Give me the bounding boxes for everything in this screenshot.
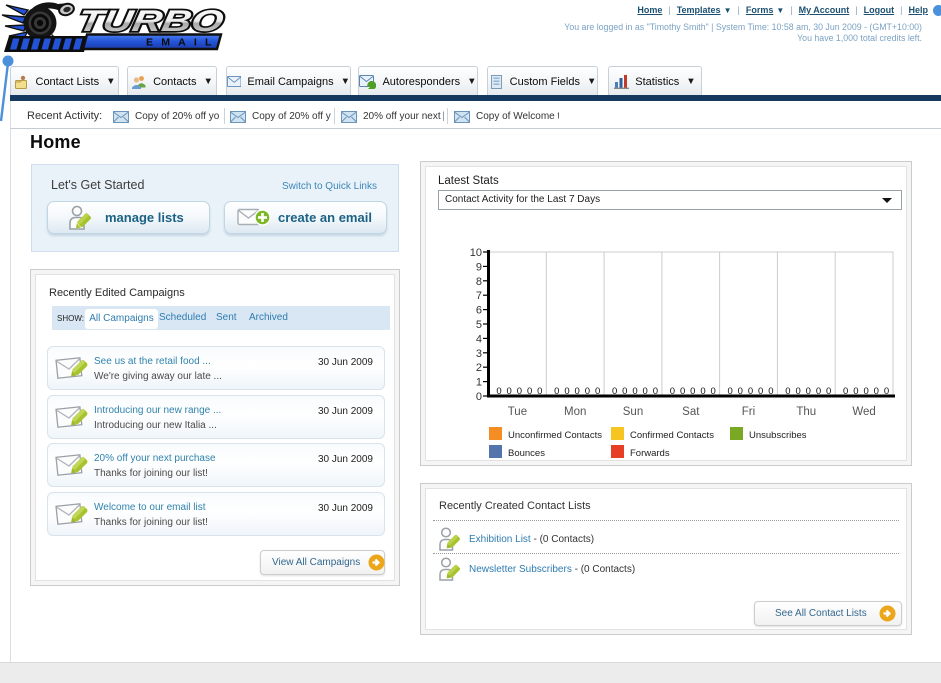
svg-text:0: 0 (653, 386, 658, 397)
svg-text:0: 0 (476, 391, 482, 403)
svg-text:0: 0 (680, 386, 685, 397)
svg-text:Confirmed Contacts: Confirmed Contacts (630, 430, 714, 441)
svg-text:0: 0 (727, 386, 732, 397)
svg-text:0: 0 (670, 386, 675, 397)
svg-text:0: 0 (884, 386, 889, 397)
svg-text:Forwards: Forwards (630, 448, 670, 459)
svg-text:0: 0 (496, 386, 501, 397)
svg-text:0: 0 (575, 386, 580, 397)
svg-text:TURBO: TURBO (75, 5, 226, 38)
svg-text:Unsubscribes: Unsubscribes (749, 430, 807, 441)
svg-text:0: 0 (853, 386, 858, 397)
svg-text:0: 0 (785, 386, 790, 397)
svg-text:0: 0 (585, 386, 590, 397)
svg-text:0: 0 (517, 386, 522, 397)
svg-text:0: 0 (595, 386, 600, 397)
svg-text:0: 0 (690, 386, 695, 397)
svg-text:0: 0 (843, 386, 848, 397)
svg-text:0: 0 (826, 386, 831, 397)
svg-text:7: 7 (476, 290, 482, 302)
svg-text:0: 0 (700, 386, 705, 397)
svg-text:0: 0 (816, 386, 821, 397)
svg-text:0: 0 (768, 386, 773, 397)
svg-text:4: 4 (476, 333, 482, 345)
svg-text:Unconfirmed Contacts: Unconfirmed Contacts (508, 430, 602, 441)
svg-text:Bounces: Bounces (508, 448, 545, 459)
svg-text:9: 9 (476, 261, 482, 273)
svg-text:0: 0 (874, 386, 879, 397)
svg-text:3: 3 (476, 348, 482, 360)
svg-text:1: 1 (476, 377, 482, 389)
svg-text:0: 0 (748, 386, 753, 397)
svg-text:0: 0 (527, 386, 532, 397)
svg-text:10: 10 (470, 247, 482, 259)
svg-text:Sat: Sat (682, 406, 700, 418)
svg-text:0: 0 (564, 386, 569, 397)
svg-text:EMAIL: EMAIL (146, 37, 220, 49)
svg-text:Wed: Wed (852, 406, 875, 418)
svg-text:Fri: Fri (742, 406, 755, 418)
svg-text:0: 0 (795, 386, 800, 397)
svg-text:0: 0 (554, 386, 559, 397)
svg-text:Tue: Tue (508, 406, 527, 418)
svg-text:0: 0 (863, 386, 868, 397)
svg-text:0: 0 (711, 386, 716, 397)
svg-text:0: 0 (806, 386, 811, 397)
svg-text:Mon: Mon (564, 406, 586, 418)
svg-text:Thu: Thu (796, 406, 816, 418)
svg-text:0: 0 (643, 386, 648, 397)
svg-text:0: 0 (622, 386, 627, 397)
svg-text:Sun: Sun (623, 406, 643, 418)
svg-text:2: 2 (476, 362, 482, 374)
svg-text:8: 8 (476, 276, 482, 288)
svg-text:0: 0 (612, 386, 617, 397)
svg-text:0: 0 (632, 386, 637, 397)
svg-text:0: 0 (758, 386, 763, 397)
svg-text:0: 0 (738, 386, 743, 397)
svg-text:0: 0 (507, 386, 512, 397)
svg-text:0: 0 (537, 386, 542, 397)
svg-text:5: 5 (476, 319, 482, 331)
svg-text:6: 6 (476, 305, 482, 317)
